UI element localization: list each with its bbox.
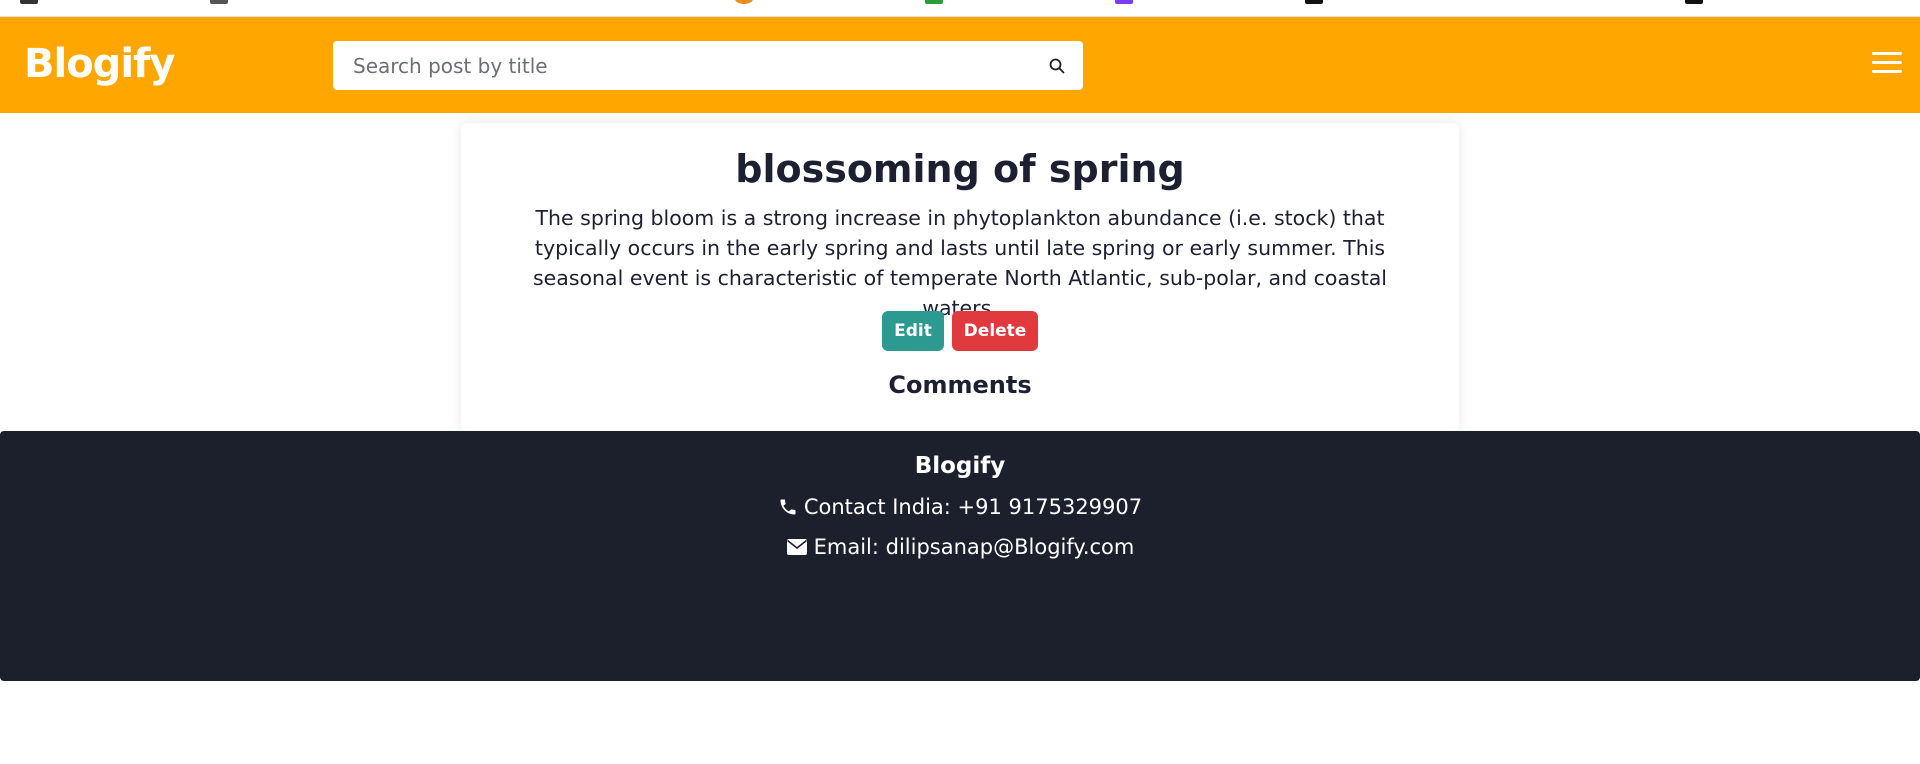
bookmark-favicon[interactable]: [1115, 0, 1133, 4]
footer-email: Email: dilipsanap@Blogify.com: [0, 535, 1920, 559]
search-icon: [1049, 58, 1065, 74]
phone-icon: [778, 497, 798, 517]
post-title: blossoming of spring: [735, 147, 1185, 191]
site-footer: Blogify Contact India: +91 9175329907 Em…: [0, 431, 1920, 681]
search-bar: [333, 41, 1083, 90]
post-card: blossoming of spring The spring bloom is…: [461, 123, 1459, 431]
browser-bookmark-bar: [0, 0, 1920, 17]
footer-brand: Blogify: [914, 453, 1006, 479]
site-logo[interactable]: Blogify: [24, 41, 175, 87]
post-actions: Edit Delete: [461, 311, 1459, 351]
bookmark-favicon[interactable]: [735, 0, 753, 4]
bookmark-favicon[interactable]: [210, 0, 228, 4]
bookmark-favicon[interactable]: [925, 0, 943, 4]
delete-button[interactable]: Delete: [952, 311, 1038, 351]
comments-heading: Comments: [888, 371, 1032, 399]
bookmark-favicon[interactable]: [1305, 0, 1323, 4]
hamburger-menu-icon: [1872, 52, 1902, 55]
footer-contact: Contact India: +91 9175329907: [0, 495, 1920, 519]
search-button[interactable]: [1041, 50, 1073, 82]
footer-email-text[interactable]: Email: dilipsanap@Blogify.com: [814, 535, 1135, 559]
edit-button[interactable]: Edit: [882, 311, 944, 351]
search-input[interactable]: [333, 41, 1023, 90]
envelope-icon: [786, 538, 808, 556]
bookmark-favicon[interactable]: [20, 0, 38, 4]
bookmark-favicon[interactable]: [1685, 0, 1703, 4]
site-header: Blogify: [0, 17, 1920, 113]
footer-contact-text: Contact India: +91 9175329907: [803, 495, 1143, 519]
post-body: The spring bloom is a strong increase in…: [532, 206, 1387, 320]
hamburger-menu-button[interactable]: [1872, 52, 1902, 78]
